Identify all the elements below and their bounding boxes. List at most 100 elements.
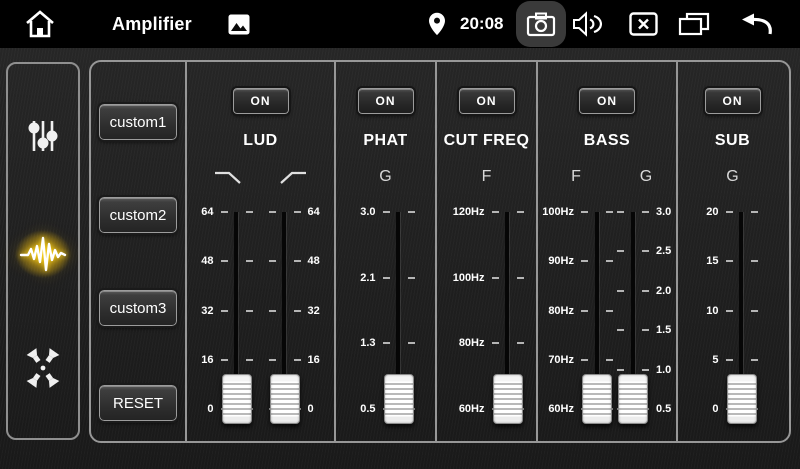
panel-title: LUD — [243, 132, 277, 154]
fader-handle[interactable] — [618, 374, 648, 424]
tick-mark — [517, 211, 524, 213]
tick-mark — [726, 359, 733, 361]
preset-button-custom3[interactable]: custom3 — [99, 290, 177, 326]
tick-mark — [726, 211, 733, 213]
panel-sub: ON SUB G 20151050 — [678, 62, 787, 441]
tick-mark — [269, 211, 276, 213]
camera-button[interactable] — [516, 1, 566, 47]
panel-title: BASS — [584, 132, 630, 154]
home-icon[interactable] — [24, 9, 56, 39]
tick-mark — [492, 342, 499, 344]
tick-label: 90Hz — [548, 255, 574, 267]
band-letter: G — [707, 168, 759, 186]
tick-mark — [581, 310, 588, 312]
status-bar: Amplifier 20:08 — [0, 0, 800, 48]
recent-apps-icon[interactable] — [678, 12, 710, 36]
tick-label: 80Hz — [548, 305, 574, 317]
fader-handle[interactable] — [222, 374, 252, 424]
location-icon — [428, 12, 446, 36]
panel-bass: ONBASSFG100Hz90Hz80Hz70Hz60Hz3.02.52.01.… — [538, 62, 678, 441]
volume-icon[interactable] — [572, 11, 602, 37]
lowpass-slope-icon — [202, 168, 254, 186]
tick-mark — [642, 369, 649, 371]
fader-handle[interactable] — [270, 374, 300, 424]
tick-mark — [581, 260, 588, 262]
tick-mark — [269, 310, 276, 312]
fader-handle[interactable] — [384, 374, 414, 424]
tick-mark — [294, 359, 301, 361]
tick-mark — [383, 211, 390, 213]
tick-label: 1.0 — [656, 364, 671, 376]
tick-mark — [221, 359, 228, 361]
on-button-phat[interactable]: ON — [358, 88, 414, 114]
tick-label: 2.5 — [656, 245, 671, 257]
page-title: Amplifier — [112, 0, 192, 48]
tick-mark — [294, 310, 301, 312]
tick-mark — [246, 260, 253, 262]
preset-button-custom2[interactable]: custom2 — [99, 197, 177, 233]
fader: 644832160 — [202, 212, 254, 409]
tick-label: 60Hz — [548, 403, 574, 415]
tick-label: 70Hz — [548, 354, 574, 366]
band-letter: F — [538, 168, 614, 186]
panel-cutfreq: ON CUT FREQ F 120Hz100Hz80Hz60Hz — [437, 62, 538, 441]
tick-mark — [517, 342, 524, 344]
panel-title: SUB — [715, 132, 750, 154]
fader-handle[interactable] — [582, 374, 612, 424]
tick-mark — [408, 277, 415, 279]
tick-mark — [642, 250, 649, 252]
fader: 3.02.52.01.51.00.5 — [616, 212, 676, 409]
preset-button-reset[interactable]: RESET — [99, 385, 177, 421]
tick-mark — [751, 359, 758, 361]
fader: 100Hz90Hz80Hz70Hz60Hz — [538, 212, 614, 409]
tick-label: 3.0 — [656, 206, 671, 218]
tick-label: 64 — [201, 206, 213, 218]
tick-mark — [617, 369, 624, 371]
tick-mark — [606, 260, 613, 262]
preset-button-custom1[interactable]: custom1 — [99, 104, 177, 140]
tick-mark — [294, 211, 301, 213]
on-button-bass[interactable]: ON — [579, 88, 635, 114]
sidebar — [6, 62, 80, 440]
tick-mark — [383, 277, 390, 279]
tick-mark — [221, 211, 228, 213]
waveform-icon[interactable] — [19, 232, 67, 276]
tick-mark — [269, 260, 276, 262]
tick-mark — [617, 329, 624, 331]
back-icon[interactable] — [738, 13, 774, 36]
tick-mark — [642, 211, 649, 213]
tick-label: 80Hz — [459, 337, 485, 349]
tick-mark — [617, 250, 624, 252]
tick-mark — [642, 329, 649, 331]
fader: 120Hz100Hz80Hz60Hz — [449, 212, 525, 409]
gallery-icon[interactable] — [228, 14, 250, 35]
panel-title: CUT FREQ — [444, 132, 530, 154]
panel-title: PHAT — [363, 132, 407, 154]
close-window-icon[interactable] — [629, 12, 658, 36]
tick-mark — [492, 277, 499, 279]
band-letter: F — [449, 168, 525, 186]
tick-label: 5 — [712, 354, 718, 366]
on-button-lud[interactable]: ON — [233, 88, 289, 114]
amplifier-panel: custom1 custom2 custom3 RESET ON LUD 64483216… — [89, 60, 791, 443]
tick-mark — [246, 211, 253, 213]
speaker-balance-icon[interactable] — [23, 348, 63, 388]
equalizer-sliders-icon[interactable] — [25, 118, 61, 154]
tick-label: 32 — [201, 305, 213, 317]
tick-label: 60Hz — [459, 403, 485, 415]
fader: 644832160 — [268, 212, 320, 409]
tick-label: 15 — [706, 255, 718, 267]
clock: 20:08 — [460, 0, 503, 48]
tick-mark — [408, 342, 415, 344]
on-button-sub[interactable]: ON — [705, 88, 761, 114]
tick-label: 1.3 — [360, 337, 375, 349]
fader: 20151050 — [707, 212, 759, 409]
fader-handle[interactable] — [727, 374, 757, 424]
tick-label: 48 — [308, 255, 320, 267]
tick-label: 1.5 — [656, 324, 671, 336]
tick-mark — [246, 310, 253, 312]
tick-mark — [751, 211, 758, 213]
tick-label: 2.1 — [360, 272, 375, 284]
on-button-cutfreq[interactable]: ON — [459, 88, 515, 114]
fader-handle[interactable] — [493, 374, 523, 424]
